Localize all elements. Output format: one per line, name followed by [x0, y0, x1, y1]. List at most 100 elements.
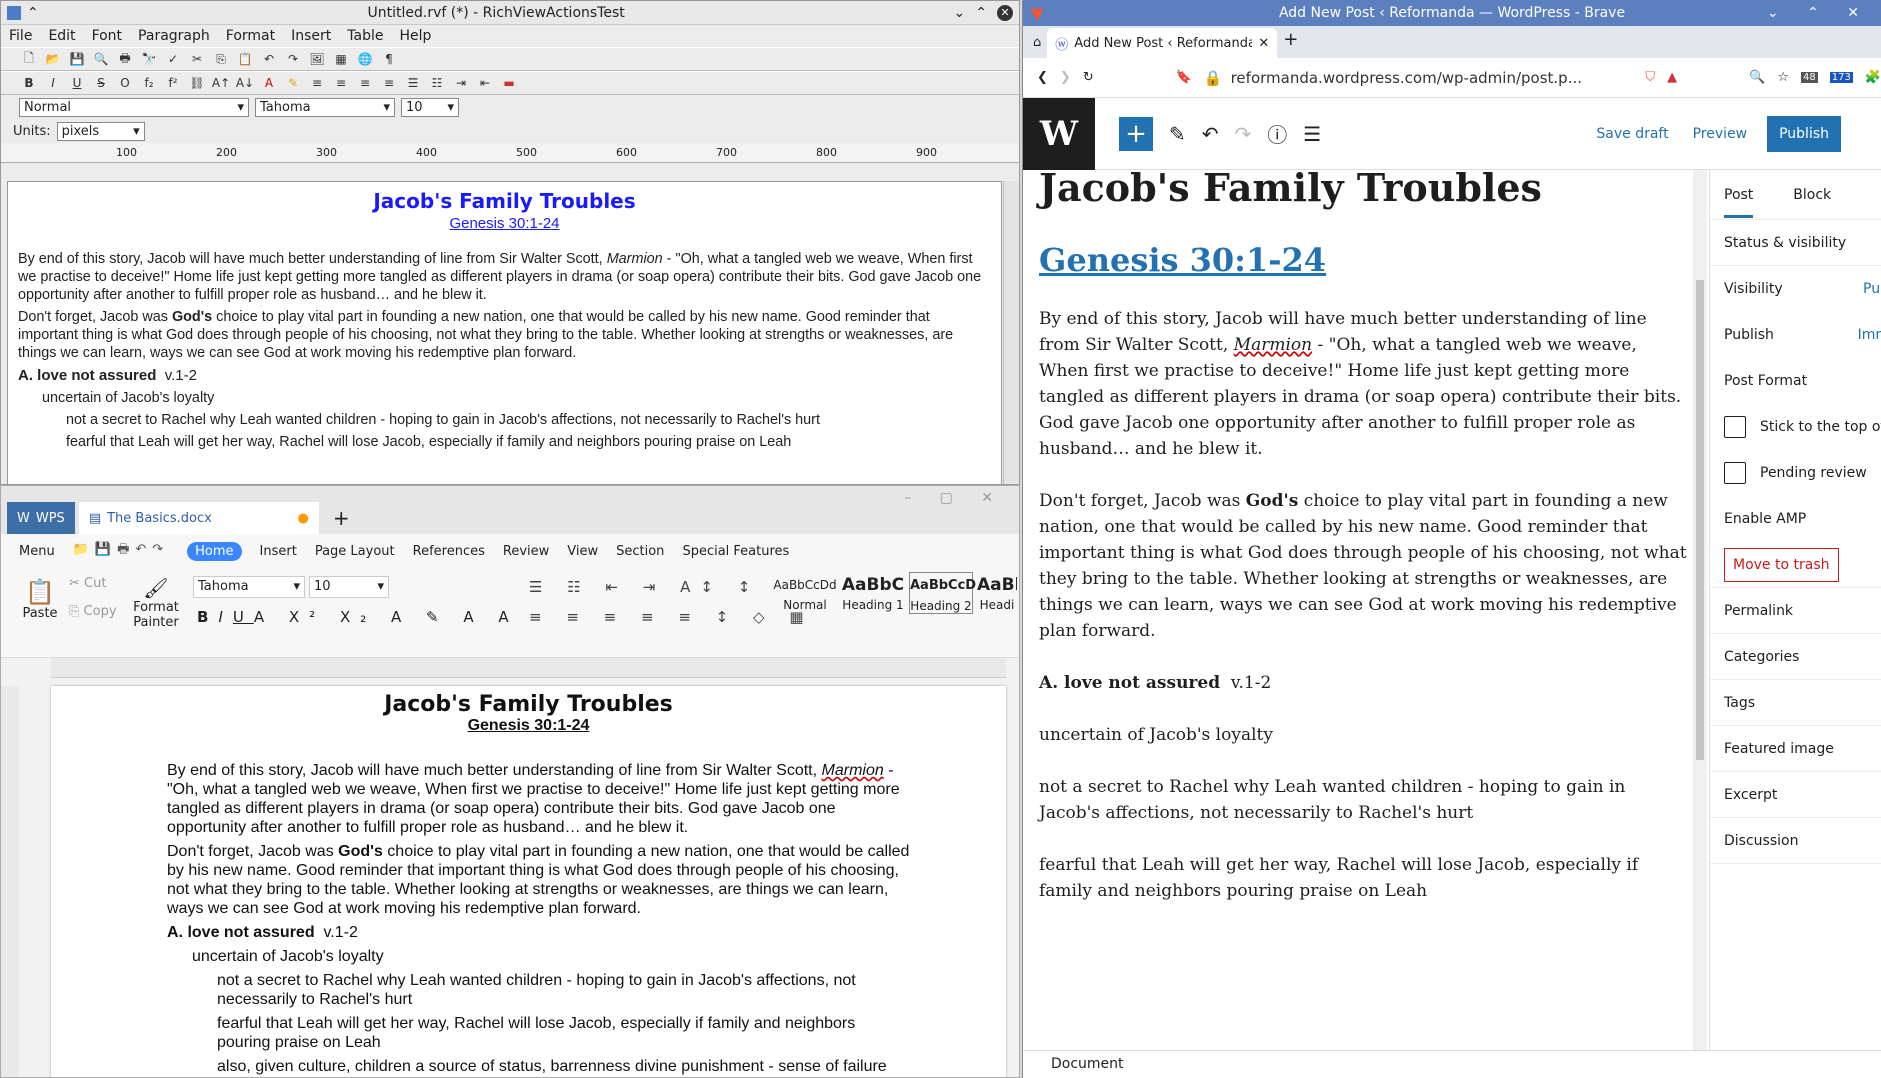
rewards-icon[interactable]: ▲ — [1667, 70, 1677, 85]
wps-doc-tab[interactable]: ▤ The Basics.docx ● — [78, 502, 319, 534]
add-block-button[interactable]: + — [1119, 116, 1153, 151]
tab-page-layout[interactable]: Page Layout — [315, 544, 395, 559]
format-painter-button[interactable]: 🖌 Format Painter — [129, 576, 183, 630]
wps-app-tab[interactable]: W WPS — [7, 502, 75, 534]
star-icon[interactable]: ☆ — [1777, 70, 1789, 85]
rv-scrollbar[interactable] — [1003, 181, 1019, 484]
tab-post[interactable]: Post — [1724, 171, 1754, 218]
outline-icon[interactable]: O — [115, 74, 135, 92]
cut-icon[interactable]: ✂ — [187, 50, 207, 68]
wps-font-format-icons[interactable]: BIUA X² X₂ A ✎ A A — [197, 608, 519, 626]
cut-button[interactable]: ✂ Cut — [69, 576, 106, 591]
back-icon[interactable]: ❮ — [1037, 70, 1048, 85]
excerpt-panel[interactable]: Excerpt — [1710, 772, 1881, 818]
link-icon[interactable]: ⛓ — [187, 74, 207, 92]
featured-image-panel[interactable]: Featured image — [1710, 726, 1881, 772]
shrink-font-icon[interactable]: A↓ — [235, 74, 255, 92]
new-tab-button[interactable]: + — [1283, 29, 1298, 58]
table-icon[interactable]: ▦ — [331, 50, 351, 68]
save-icon[interactable]: 💾 — [67, 50, 87, 68]
strikethrough-icon[interactable]: S — [91, 74, 111, 92]
image-icon[interactable]: 🖼 — [307, 50, 327, 68]
numbering-icon[interactable]: ☷ — [427, 74, 447, 92]
home-icon[interactable]: ⌂ — [1033, 35, 1041, 58]
pin-icon[interactable]: ⌃ — [27, 5, 39, 21]
paragraph-1[interactable]: By end of this story, Jacob will have mu… — [1039, 306, 1689, 462]
maximize-icon[interactable]: ⌃ — [975, 5, 987, 21]
wps-ruler[interactable] — [51, 658, 1006, 678]
stick-to-top-row[interactable]: Stick to the top of — [1710, 404, 1881, 450]
pending-checkbox[interactable] — [1724, 462, 1746, 484]
pilcrow-icon[interactable]: ¶ — [379, 50, 399, 68]
indent-icon[interactable]: ⇥ — [451, 74, 471, 92]
extension-icon[interactable]: 🧩 — [1865, 70, 1881, 85]
wps-font-combo[interactable]: Tahoma ▾ — [193, 576, 305, 598]
list-item[interactable]: uncertain of Jacob's loyalty — [1039, 722, 1689, 748]
wps-vertical-ruler[interactable] — [1, 686, 19, 1077]
paste-icon[interactable]: 📋 — [235, 50, 255, 68]
post-subtitle-link[interactable]: Genesis 30:1-24 — [1039, 240, 1715, 280]
heading-a[interactable]: A. love not assured v.1-2 — [1039, 670, 1689, 696]
font-color-icon[interactable]: A — [259, 74, 279, 92]
size-combo[interactable]: 10 ▾ — [401, 97, 459, 117]
content-scrollbar[interactable] — [1693, 170, 1707, 1050]
edit-tool-icon[interactable]: ✎ — [1169, 122, 1186, 146]
menu-edit[interactable]: Edit — [48, 28, 75, 44]
search-icon[interactable]: 🔍 — [1749, 70, 1765, 85]
style-heading-1[interactable]: AaBbC Heading 1 — [841, 572, 905, 614]
extension-badge-2[interactable]: 173 — [1829, 72, 1853, 83]
bullets-icon[interactable]: ☰ — [403, 74, 423, 92]
tab-view[interactable]: View — [567, 544, 598, 559]
publish-button[interactable]: Publish — [1767, 115, 1841, 152]
subscript-icon[interactable]: f₂ — [139, 74, 159, 92]
wp-post-content[interactable]: Jacob's Family Troubles Genesis 30:1-24 … — [1023, 170, 1715, 1050]
new-icon[interactable]: 🗋 — [19, 50, 39, 68]
menu-insert[interactable]: Insert — [291, 28, 331, 44]
breadcrumb-document[interactable]: Document — [1051, 1056, 1124, 1072]
quick-access-icons[interactable]: 📁💾🖶↶↷ — [73, 540, 169, 562]
copy-icon[interactable]: ⎘ — [211, 50, 231, 68]
menu-format[interactable]: Format — [226, 28, 275, 44]
font-combo[interactable]: Tahoma ▾ — [255, 97, 395, 117]
print-preview-icon[interactable]: 🔍 — [91, 50, 111, 68]
style-normal[interactable]: AaBbCcDd Normal — [773, 572, 837, 614]
address-bar[interactable]: 🔒 reformanda.wordpress.com/wp-admin/post.… — [1204, 63, 1633, 93]
wps-document-page[interactable]: Jacob's Family Troubles Genesis 30:1-24 … — [51, 686, 1006, 1077]
outdent-icon[interactable]: ⇤ — [475, 74, 495, 92]
paragraph-color-icon[interactable]: ▬ — [499, 74, 519, 92]
forward-icon[interactable]: ❯ — [1060, 70, 1071, 85]
wps-window-controls[interactable]: – ▢ ✕ — [904, 490, 1005, 506]
save-draft-button[interactable]: Save draft — [1596, 126, 1668, 142]
stick-checkbox[interactable] — [1724, 416, 1746, 438]
tab-references[interactable]: References — [413, 544, 485, 559]
pending-review-row[interactable]: Pending review — [1710, 450, 1881, 496]
new-tab-button[interactable]: + — [323, 502, 360, 534]
print-icon[interactable]: 🖶 — [115, 50, 135, 68]
wordpress-logo-icon[interactable]: W — [1023, 97, 1095, 170]
wps-align-icons[interactable]: ≡ ≡ ≡ ≡ ≡ ↕ ◇ ▦ — [529, 608, 814, 626]
preview-button[interactable]: Preview — [1693, 126, 1748, 142]
justify-icon[interactable]: ≡ — [379, 74, 399, 92]
bold-icon[interactable]: B — [19, 74, 39, 92]
find-icon[interactable]: 🔭 — [139, 50, 159, 68]
tab-review[interactable]: Review — [503, 544, 549, 559]
list-view-icon[interactable]: ☰ — [1303, 122, 1321, 146]
tags-panel[interactable]: Tags — [1710, 680, 1881, 726]
brave-shields-icon[interactable]: ⛉ — [1645, 70, 1655, 85]
redo-icon[interactable]: ↷ — [1235, 122, 1252, 146]
align-center-icon[interactable]: ≡ — [331, 74, 351, 92]
list-item[interactable]: not a secret to Rachel why Leah wanted c… — [1039, 774, 1689, 826]
align-left-icon[interactable]: ≡ — [307, 74, 327, 92]
underline-icon[interactable]: U — [67, 74, 87, 92]
italic-icon[interactable]: I — [43, 74, 63, 92]
extension-badge-1[interactable]: 48 — [1800, 72, 1818, 83]
grow-font-icon[interactable]: A↑ — [211, 74, 231, 92]
info-icon[interactable]: ⓘ — [1267, 119, 1287, 148]
tab-insert[interactable]: Insert — [260, 544, 297, 559]
menu-file[interactable]: File — [9, 28, 32, 44]
paragraph-2[interactable]: Don't forget, Jacob was God's choice to … — [1039, 488, 1689, 644]
browser-tab[interactable]: ⓦ Add New Post ‹ Reformanda – ✕ — [1047, 28, 1278, 58]
menu-table[interactable]: Table — [347, 28, 383, 44]
discussion-panel[interactable]: Discussion — [1710, 818, 1881, 864]
open-icon[interactable]: 📂 — [43, 50, 63, 68]
